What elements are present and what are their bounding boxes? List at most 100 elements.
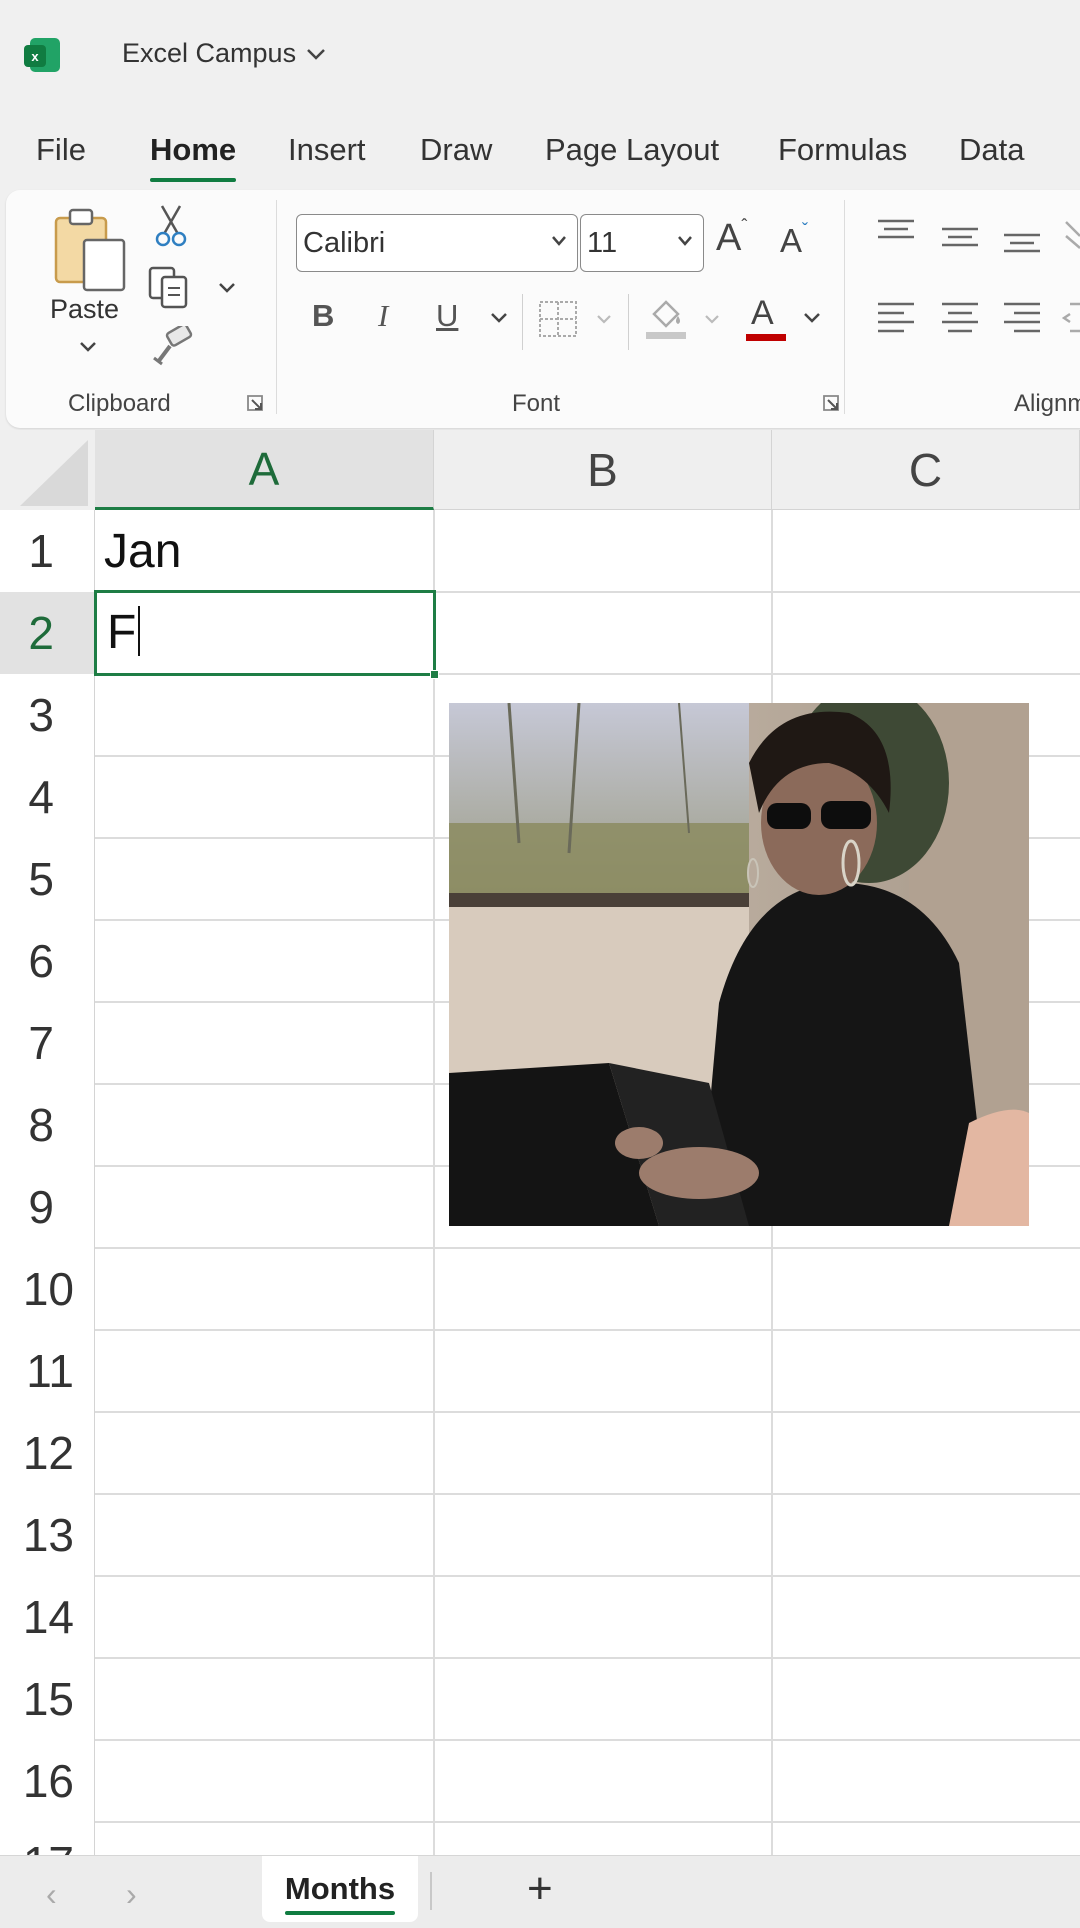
tab-data[interactable]: Data (959, 132, 1024, 168)
underline-button[interactable]: U (436, 298, 458, 334)
row-header-8[interactable]: 8 (0, 1084, 95, 1166)
row-header-1[interactable]: 1 (0, 510, 95, 592)
format-painter-icon[interactable] (152, 326, 194, 366)
row-gridline (95, 1657, 1080, 1659)
row-header-17[interactable]: 17 (0, 1822, 95, 1855)
scissors-icon[interactable] (154, 204, 188, 248)
ribbon-panel: Paste Clipboard Calibri 11 Aˆ Aˇ B I U A… (6, 190, 1080, 428)
chevron-down-icon[interactable] (803, 312, 821, 324)
chevron-down-icon[interactable] (704, 314, 720, 325)
sheet-tab-months[interactable]: Months (262, 1856, 418, 1922)
paste-button[interactable]: Paste (50, 294, 119, 325)
chevron-down-icon (552, 236, 566, 246)
decrease-indent-icon[interactable] (1062, 300, 1080, 336)
chevron-down-icon (678, 236, 692, 246)
ribbon-divider (628, 294, 629, 350)
previous-sheet-button[interactable]: ‹ (46, 1876, 57, 1913)
font-name-dropdown[interactable]: Calibri (296, 214, 578, 272)
fill-handle[interactable] (430, 670, 439, 679)
row-gridline (95, 1329, 1080, 1331)
font-size-dropdown[interactable]: 11 (580, 214, 704, 272)
cell-a2-editor[interactable]: F (107, 605, 141, 660)
row-header-15[interactable]: 15 (0, 1658, 95, 1740)
group-divider (844, 200, 845, 414)
borders-icon[interactable] (538, 300, 580, 340)
row-header-12[interactable]: 12 (0, 1412, 95, 1494)
tab-formulas[interactable]: Formulas (778, 132, 907, 168)
row-header-3[interactable]: 3 (0, 674, 95, 756)
dialog-launcher-icon[interactable] (246, 394, 264, 412)
fill-color-icon[interactable] (644, 294, 688, 342)
cell-a2-value: F (107, 606, 137, 659)
align-middle-icon[interactable] (940, 226, 980, 250)
group-label-clipboard: Clipboard (68, 390, 171, 417)
tab-file[interactable]: File (36, 132, 86, 168)
chevron-down-icon (307, 48, 325, 60)
chevron-down-icon[interactable] (78, 340, 98, 354)
row-gridline (95, 1411, 1080, 1413)
font-color-glyph: A (751, 294, 774, 332)
tab-draw[interactable]: Draw (420, 132, 492, 168)
group-divider (276, 200, 277, 414)
ribbon-tabs: File Home Insert Draw Page Layout Formul… (0, 122, 1080, 182)
font-color-button[interactable]: A (744, 294, 788, 342)
row-header-13[interactable]: 13 (0, 1494, 95, 1576)
font-size-value: 11 (587, 226, 618, 259)
active-cell-a2[interactable]: F (94, 590, 436, 676)
clipboard-paste-icon[interactable] (52, 206, 132, 298)
row-header-2[interactable]: 2 (0, 592, 95, 674)
align-bottom-icon[interactable] (1002, 232, 1042, 256)
align-right-icon[interactable] (1002, 300, 1042, 336)
workbook-title[interactable]: Excel Campus (122, 38, 326, 69)
row-header-6[interactable]: 6 (0, 920, 95, 1002)
column-header-a[interactable]: A (95, 430, 434, 510)
increase-font-size-button[interactable]: Aˆ (716, 216, 747, 260)
row-header-5[interactable]: 5 (0, 838, 95, 920)
row-header-10[interactable]: 10 (0, 1248, 95, 1330)
row-gridline (95, 1493, 1080, 1495)
chevron-down-icon[interactable] (218, 282, 236, 294)
group-label-alignment: Alignm (1014, 390, 1080, 417)
align-left-icon[interactable] (876, 300, 916, 336)
align-top-icon[interactable] (876, 218, 916, 242)
row-gridline (95, 1247, 1080, 1249)
font-color-swatch (746, 334, 786, 341)
tab-page-layout[interactable]: Page Layout (545, 132, 719, 168)
decrease-font-size-button[interactable]: Aˇ (780, 220, 808, 260)
row-header-7[interactable]: 7 (0, 1002, 95, 1084)
bold-button[interactable]: B (312, 298, 334, 334)
caret-up-icon: ˆ (741, 216, 748, 236)
row-header-16[interactable]: 16 (0, 1740, 95, 1822)
sheet-tab-label: Months (284, 1871, 396, 1915)
column-gridline (433, 510, 435, 1855)
italic-button[interactable]: I (378, 298, 388, 334)
row-header-4[interactable]: 4 (0, 756, 95, 838)
row-gridline (95, 1575, 1080, 1577)
add-sheet-button[interactable]: + (527, 1864, 553, 1914)
photo-illustration (449, 703, 1029, 1226)
excel-logo-icon[interactable]: x (24, 36, 62, 74)
next-sheet-button[interactable]: › (126, 1876, 137, 1913)
row-header-14[interactable]: 14 (0, 1576, 95, 1658)
column-header-c[interactable]: C (772, 430, 1080, 510)
text-cursor (138, 606, 141, 656)
sheet-tab-divider (430, 1872, 432, 1910)
cell-a1[interactable]: Jan (104, 524, 181, 579)
embedded-photo[interactable] (449, 703, 1029, 1226)
select-all-corner[interactable] (0, 430, 95, 510)
chevron-down-icon[interactable] (596, 314, 612, 325)
dialog-launcher-icon[interactable] (822, 394, 840, 412)
tab-insert[interactable]: Insert (288, 132, 366, 168)
align-center-icon[interactable] (940, 300, 980, 336)
row-header-11[interactable]: 11 (0, 1330, 95, 1412)
copy-icon[interactable] (148, 266, 190, 310)
column-header-b[interactable]: B (434, 430, 772, 510)
svg-text:x: x (31, 49, 39, 64)
sheet-tab-bar: ‹ › Months + (0, 1855, 1080, 1928)
ribbon-divider (522, 294, 523, 350)
row-header-9[interactable]: 9 (0, 1166, 95, 1248)
decrease-font-glyph: A (780, 222, 803, 259)
orientation-icon[interactable] (1062, 218, 1080, 254)
chevron-down-icon[interactable] (490, 312, 508, 324)
tab-home[interactable]: Home (150, 132, 237, 182)
